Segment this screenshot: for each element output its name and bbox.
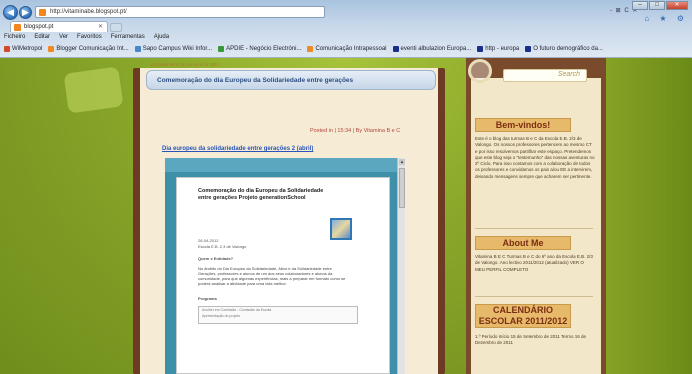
favorite-icon — [307, 46, 314, 52]
divider — [475, 228, 593, 229]
favorite-label: Comunicação Intrapessoal — [315, 46, 387, 52]
favorite-icon — [392, 46, 399, 52]
favorite-icon — [525, 46, 532, 52]
document-school: Escola E.B. 2,3 de Valongo — [198, 244, 247, 249]
forward-arrow-icon[interactable]: ▶ — [19, 6, 32, 19]
favorite-item[interactable]: Comunicação Intrapessoal — [307, 46, 387, 52]
tab-close-icon[interactable]: ✕ — [98, 23, 103, 30]
favorite-label: http - europa — [485, 46, 520, 52]
menu-favoritos[interactable]: Favoritos — [77, 32, 102, 42]
back-arrow-icon[interactable]: ◀ — [3, 5, 18, 20]
favorite-item[interactable]: APDIE - Negócio Electróni... — [218, 46, 301, 52]
favorite-icon — [134, 46, 141, 52]
favorite-item[interactable]: Blogger Comunicação Int... — [48, 46, 129, 52]
post-meta: Posted in | 15:34 | By Vitamina B e C — [310, 128, 401, 134]
favorite-label: Sapo Campus Wiki Infor... — [142, 46, 213, 52]
magnifier-icon — [468, 59, 492, 83]
document-paragraph: No âmbito do Dia Europeu da Solidariedad… — [198, 266, 346, 286]
address-url: http://vitaminabe.blogspot.pt/ — [50, 9, 127, 15]
widget-heading-welcome: Bem-vindos! — [475, 118, 571, 132]
document-section: Programa — [198, 296, 217, 301]
widget-heading-calendar: CALENDÁRIO ESCOLAR 2011/2012 — [475, 304, 571, 328]
menu-ver[interactable]: Ver — [59, 32, 68, 42]
post-title[interactable]: Comemoração do dia Europeu da Solidaried… — [157, 77, 353, 84]
document-question: Quem e Entidade? — [198, 256, 234, 261]
menu-ferramentas[interactable]: Ferramentas — [111, 32, 145, 42]
decorative-leaf — [63, 66, 124, 114]
favorite-label: eventi albulazion Europa... — [400, 46, 472, 52]
favorite-item[interactable]: eventi albulazion Europa... — [392, 46, 472, 52]
favorite-item[interactable]: Sapo Campus Wiki Infor... — [134, 46, 213, 52]
widget-text-calendar: 1.º Período Início 15 de Setembro de 201… — [475, 334, 587, 346]
favorite-label: Blogger Comunicação Int... — [56, 46, 129, 52]
menu-ficheiro[interactable]: Ficheiro — [4, 32, 25, 42]
widget-heading-about: About Me — [475, 236, 571, 250]
address-bar[interactable]: http://vitaminabe.blogspot.pt/ — [35, 6, 325, 18]
document-title: Comemoração do dia Europeu da Solidaried… — [198, 188, 324, 201]
favorite-icon — [4, 46, 10, 52]
favorite-icon — [48, 46, 55, 52]
post-title-bar: Comemoração do dia Europeu da Solidaried… — [146, 70, 436, 90]
menu-editar[interactable]: Editar — [34, 32, 50, 42]
favorite-item[interactable]: WiMetropol — [4, 46, 42, 52]
scroll-thumb[interactable] — [399, 168, 405, 208]
search-input[interactable]: Search — [503, 69, 587, 82]
tab-favicon-icon — [14, 24, 21, 31]
favorite-label: WiMetropol — [12, 46, 43, 52]
right-margin — [606, 58, 692, 374]
search-label: Search — [557, 71, 580, 78]
favorite-item[interactable]: http - europa — [477, 46, 519, 52]
site-favicon-icon — [39, 9, 46, 16]
viewer-scrollbar[interactable]: ▲ — [397, 158, 405, 374]
minimize-button[interactable]: – — [632, 1, 648, 10]
new-tab-button[interactable] — [110, 23, 122, 32]
menu-bar: Ficheiro Editar Ver Favoritos Ferramenta… — [0, 32, 692, 42]
tab-title: blogspot.pt — [24, 24, 54, 30]
maximize-button[interactable]: □ — [649, 1, 665, 10]
toolbar-icons[interactable]: ⌂ ★ ⚙ — [644, 14, 688, 23]
favorite-icon — [218, 46, 225, 52]
viewer-toolbar — [165, 158, 405, 172]
favorites-bar: WiMetropol Blogger Comunicação Int... Sapo… — [0, 43, 692, 55]
document-date: 26-04-2012 — [198, 238, 219, 243]
document-program-box: Acolher em Comissão - Comissão da Escola… — [198, 306, 358, 324]
widget-text-about: Vitamina B E C Turmas B e C do 6º ano da… — [475, 254, 593, 272]
close-button[interactable]: ✕ — [666, 1, 688, 10]
favorite-label: O futuro demográfico da... — [533, 46, 603, 52]
menu-ajuda[interactable]: Ajuda — [154, 32, 169, 42]
browser-tab[interactable]: blogspot.pt ✕ — [10, 21, 108, 32]
post-date: Segunda-feira, 30 de Abril de 2012 — [150, 62, 220, 67]
divider — [475, 296, 593, 297]
document-link[interactable]: Dia europeu da solidariedade entre geraç… — [162, 146, 313, 152]
window-controls: – □ ✕ — [632, 1, 688, 10]
document-photo — [330, 218, 352, 240]
favorite-icon — [477, 46, 484, 52]
favorite-label: APDIE - Negócio Electróni... — [226, 46, 302, 52]
program-line: Apresentação do projeto — [202, 314, 241, 318]
browser-chrome: ◀ ▶ http://vitaminabe.blogspot.pt/ - ⊠ C… — [0, 0, 692, 58]
scroll-up-icon[interactable]: ▲ — [399, 159, 405, 165]
favorite-item[interactable]: O futuro demográfico da... — [525, 46, 603, 52]
widget-text-welcome: Este é o blog das turmas B e C da Escola… — [475, 136, 595, 179]
